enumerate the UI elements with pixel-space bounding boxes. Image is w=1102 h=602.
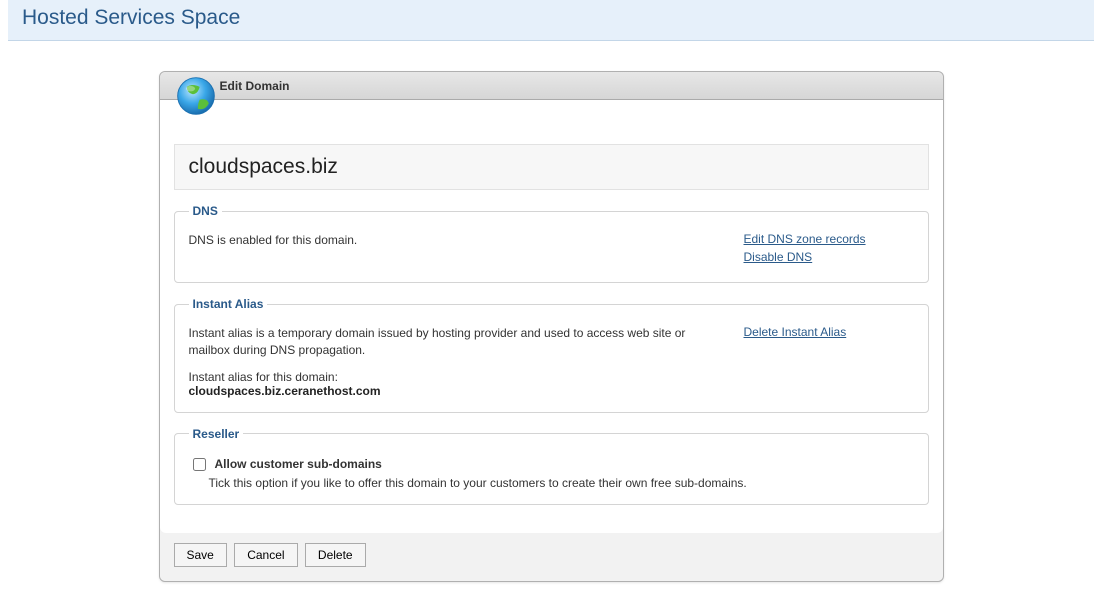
edit-domain-panel: Edit Domain cloudspaces.biz DNS DNS is e… [159, 71, 944, 582]
page-header: Hosted Services Space [8, 0, 1094, 41]
alias-label: Instant alias for this domain: [189, 370, 724, 384]
edit-dns-link[interactable]: Edit DNS zone records [744, 232, 914, 246]
alias-legend: Instant Alias [189, 297, 268, 311]
allow-subdomains-desc: Tick this option if you like to offer th… [209, 476, 914, 490]
allow-subdomains-label: Allow customer sub-domains [215, 457, 382, 471]
reseller-legend: Reseller [189, 427, 244, 441]
save-button[interactable]: Save [174, 543, 227, 567]
panel-body: cloudspaces.biz DNS DNS is enabled for t… [160, 100, 943, 533]
alias-description: Instant alias is a temporary domain issu… [189, 325, 724, 360]
reseller-section: Reseller Allow customer sub-domains Tick… [174, 427, 929, 505]
dns-section: DNS DNS is enabled for this domain. Edit… [174, 204, 929, 283]
delete-alias-link[interactable]: Delete Instant Alias [744, 325, 914, 339]
allow-subdomains-checkbox[interactable] [193, 458, 206, 471]
disable-dns-link[interactable]: Disable DNS [744, 250, 914, 264]
panel-titlebar: Edit Domain [160, 72, 943, 100]
domain-name-box: cloudspaces.biz [174, 144, 929, 190]
dns-legend: DNS [189, 204, 222, 218]
page-title: Hosted Services Space [22, 6, 240, 29]
dns-status: DNS is enabled for this domain. [189, 232, 724, 249]
instant-alias-section: Instant Alias Instant alias is a tempora… [174, 297, 929, 413]
alias-value: cloudspaces.biz.ceranethost.com [189, 384, 724, 398]
panel-title: Edit Domain [220, 79, 290, 93]
globe-icon [174, 74, 218, 118]
button-row: Save Cancel Delete [160, 533, 943, 581]
cancel-button[interactable]: Cancel [234, 543, 297, 567]
domain-name: cloudspaces.biz [189, 155, 338, 178]
delete-button[interactable]: Delete [305, 543, 366, 567]
